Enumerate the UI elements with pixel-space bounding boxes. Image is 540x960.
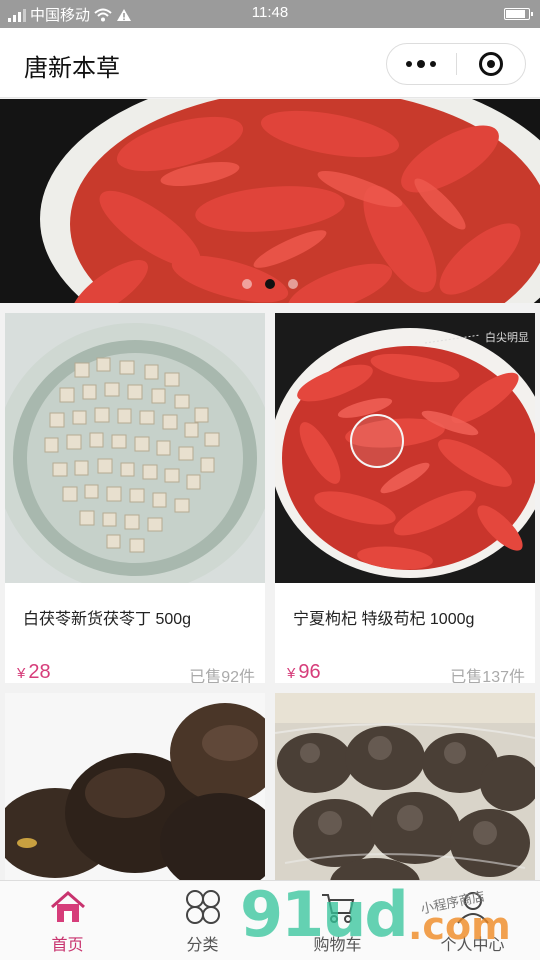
cart-icon <box>316 887 360 927</box>
tab-category[interactable]: 分类 <box>135 881 270 960</box>
currency-symbol: ¥ <box>287 665 296 682</box>
price-value: 96 <box>298 661 321 683</box>
more-dot-icon <box>417 60 426 68</box>
app-header: 唐新本草 <box>0 28 540 98</box>
more-dot-icon <box>430 61 437 67</box>
sold-count: 已售137件 <box>450 669 525 683</box>
tab-cart[interactable]: 购物车 <box>270 881 405 960</box>
product-name: 白茯苓新货茯苓丁 500g <box>23 611 192 628</box>
product-price: ¥96 <box>287 661 321 683</box>
home-icon <box>46 887 90 927</box>
profile-icon <box>451 887 495 927</box>
product-image: 白尖明显 <box>275 313 535 583</box>
tab-label: 个人中心 <box>440 937 505 954</box>
product-price: ¥28 <box>17 661 51 683</box>
more-dot-icon <box>406 61 413 67</box>
poria-cubes-image <box>5 313 265 583</box>
carousel-dot[interactable] <box>242 279 252 289</box>
status-bar: 中国移动 11:48 <box>0 0 540 28</box>
status-time: 11:48 <box>251 4 289 21</box>
price-value: 28 <box>28 661 51 683</box>
mini-program-capsule <box>386 43 526 85</box>
sold-count: 已售92件 <box>189 669 255 683</box>
carousel-dot[interactable] <box>288 279 298 289</box>
dried-mushroom-image <box>5 693 265 893</box>
carousel-indicators <box>0 279 540 289</box>
tab-profile[interactable]: 个人中心 <box>405 881 540 960</box>
product-image <box>5 313 265 583</box>
currency-symbol: ¥ <box>17 665 26 682</box>
category-icon <box>181 887 225 927</box>
banner-carousel[interactable] <box>0 99 540 303</box>
tab-label: 分类 <box>186 937 219 954</box>
more-button[interactable] <box>387 44 456 84</box>
close-mini-program-button[interactable] <box>457 44 526 84</box>
target-icon <box>478 52 503 76</box>
product-card[interactable]: 白茯苓新货茯苓丁 500g ¥28 已售92件 <box>5 313 265 683</box>
page-title: 唐新本草 <box>24 55 120 82</box>
product-grid: 白茯苓新货茯苓丁 500g ¥28 已售92件 白尖明显 宁夏枸杞 特级苟杞 1… <box>0 303 540 893</box>
dried-tubers-image <box>275 693 535 893</box>
product-card[interactable]: 白尖明显 宁夏枸杞 特级苟杞 1000g ¥96 已售137件 <box>275 313 535 683</box>
product-image <box>5 693 265 893</box>
bottom-tab-bar: 首页 分类 购物车 个人中心 <box>0 880 540 960</box>
product-card[interactable] <box>275 693 535 893</box>
goji-berries-banner-image <box>0 99 540 303</box>
goji-berries-image: 白尖明显 <box>275 313 535 583</box>
tab-label: 首页 <box>51 937 84 954</box>
tab-label: 购物车 <box>313 937 362 954</box>
product-name: 宁夏枸杞 特级苟杞 1000g <box>293 611 475 628</box>
carousel-dot-active[interactable] <box>265 279 275 289</box>
product-image <box>275 693 535 893</box>
product-card[interactable] <box>5 693 265 893</box>
battery-icon <box>504 8 533 20</box>
image-annotation-text: 白尖明显 <box>485 330 529 344</box>
tab-home[interactable]: 首页 <box>0 881 135 960</box>
